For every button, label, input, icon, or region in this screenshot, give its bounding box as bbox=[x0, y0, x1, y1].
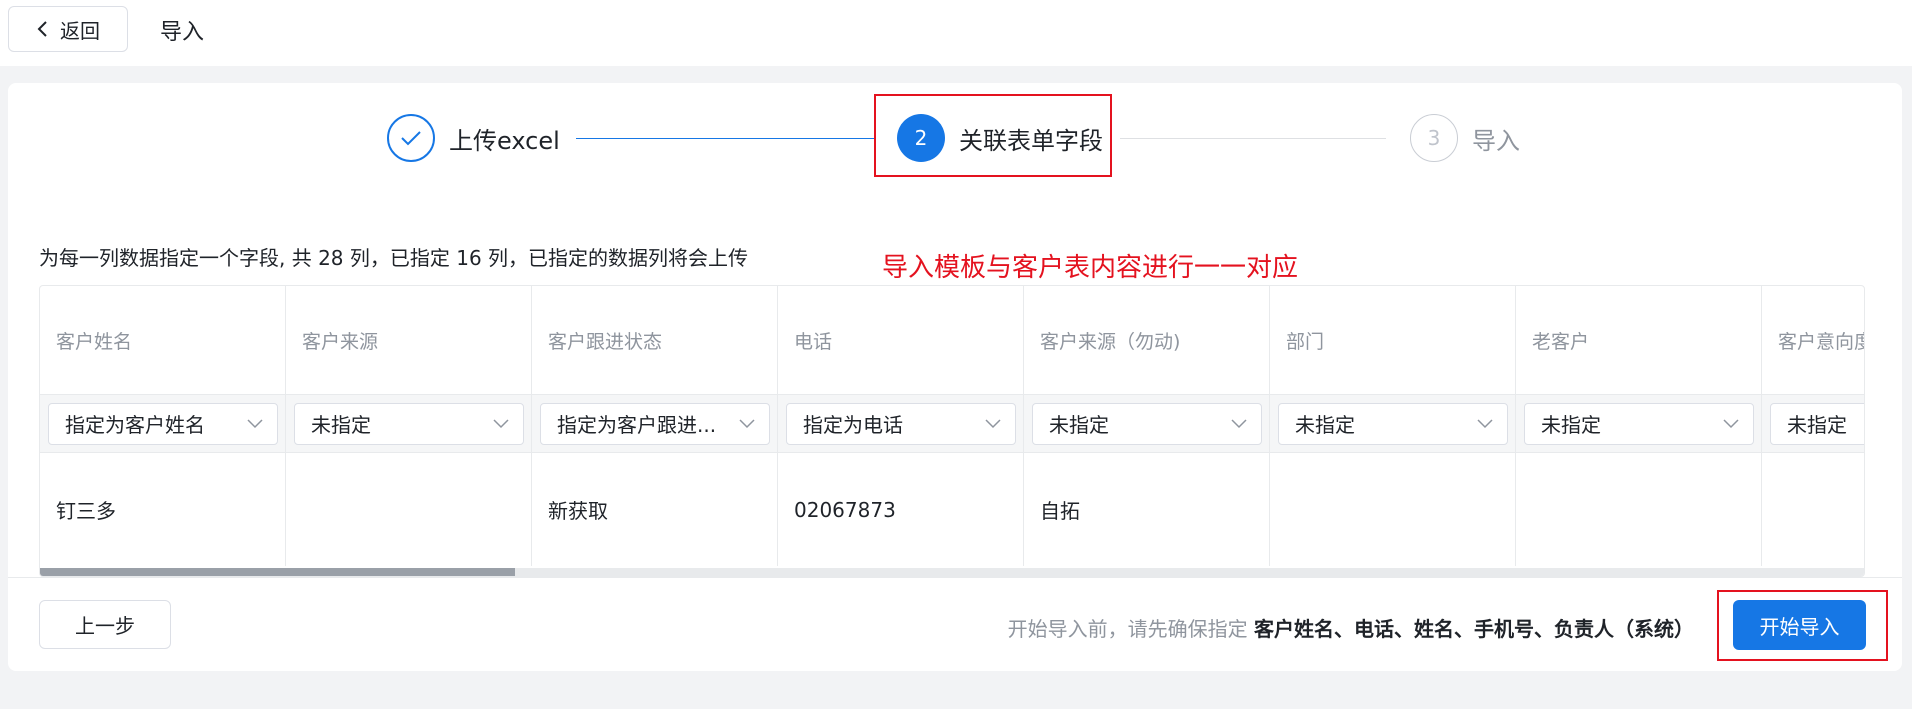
field-mapping-select[interactable]: 指定为电话 bbox=[786, 402, 1016, 445]
table-column: 电话指定为电话 02067873 bbox=[778, 286, 1024, 566]
mapping-cell: 指定为客户姓名 bbox=[40, 394, 285, 453]
column-header: 客户姓名 bbox=[56, 330, 133, 353]
back-button[interactable]: 返回 bbox=[8, 6, 128, 52]
table-column: 老客户未指定 bbox=[1516, 286, 1762, 566]
step-connector bbox=[1120, 138, 1386, 139]
select-value: 指定为电话 bbox=[803, 413, 903, 437]
data-cell: 钉三多 bbox=[56, 499, 116, 523]
scrollbar-thumb[interactable] bbox=[40, 568, 515, 576]
data-cell: 新获取 bbox=[548, 499, 608, 523]
column-header: 客户来源（勿动) bbox=[1040, 330, 1181, 353]
chevron-down-icon bbox=[1723, 418, 1739, 428]
field-mapping-select[interactable]: 未指定 bbox=[1032, 402, 1262, 445]
column-header: 客户跟进状态 bbox=[548, 330, 663, 353]
table-column: 客户跟进状态指定为客户跟进... 新获取 bbox=[532, 286, 778, 566]
data-cell bbox=[1762, 453, 1864, 566]
highlight-box-button bbox=[1717, 590, 1888, 661]
table-column: 部门未指定 bbox=[1270, 286, 1516, 566]
table-column: 客户意向度未指定 bbox=[1762, 286, 1865, 566]
top-bar: 返回 导入 bbox=[0, 0, 1912, 66]
footer-divider bbox=[8, 577, 1902, 578]
mapping-cell: 指定为电话 bbox=[778, 394, 1023, 453]
mapping-cell: 未指定 bbox=[1024, 394, 1269, 453]
data-cell: 自拓 bbox=[1040, 499, 1080, 523]
chevron-down-icon bbox=[1231, 418, 1247, 428]
check-icon bbox=[401, 131, 421, 146]
table-column: 客户姓名指定为客户姓名钉三多 bbox=[40, 286, 286, 566]
select-value: 未指定 bbox=[311, 413, 371, 437]
data-cell bbox=[1270, 453, 1515, 566]
mapping-cell: 指定为客户跟进... bbox=[532, 394, 777, 453]
column-header: 电话 bbox=[794, 330, 833, 353]
mapping-cell: 未指定 bbox=[1270, 394, 1515, 453]
mapping-cell: 未指定 bbox=[1762, 394, 1864, 453]
select-value: 未指定 bbox=[1049, 413, 1109, 437]
field-mapping-select[interactable]: 指定为客户姓名 bbox=[48, 402, 278, 445]
chevron-down-icon bbox=[1477, 418, 1493, 428]
chevron-down-icon bbox=[247, 418, 263, 428]
step-label: 导入 bbox=[1472, 126, 1520, 155]
data-cell: 02067873 bbox=[794, 497, 896, 522]
step-done-circle bbox=[387, 114, 435, 162]
field-mapping-table: 客户姓名 指定为客户姓名 钉三多 客户来源 未指定 客户跟进状态 指定为客户跟进... 新获取… bbox=[39, 285, 1865, 577]
field-mapping-select[interactable]: 未指定 bbox=[1770, 402, 1864, 445]
column-header: 老客户 bbox=[1532, 330, 1590, 353]
select-value: 未指定 bbox=[1541, 413, 1601, 437]
column-header: 客户来源 bbox=[302, 330, 379, 353]
field-mapping-select[interactable]: 未指定 bbox=[1524, 402, 1754, 445]
column-header: 部门 bbox=[1286, 330, 1325, 353]
data-cell bbox=[1516, 453, 1761, 566]
highlight-box-step bbox=[874, 94, 1112, 177]
mapping-info-text: 为每一列数据指定一个字段, 共 28 列，已指定 16 列，已指定的数据列将会上… bbox=[39, 246, 749, 270]
field-mapping-select[interactable]: 未指定 bbox=[1278, 402, 1508, 445]
chevron-left-icon bbox=[37, 21, 47, 37]
step-label: 上传excel bbox=[449, 126, 560, 155]
hint-required-fields: 客户姓名、电话、姓名、手机号、负责人（系统） bbox=[1254, 617, 1694, 641]
previous-step-button[interactable]: 上一步 bbox=[39, 600, 171, 649]
annotation-text: 导入模板与客户表内容进行一一对应 bbox=[882, 253, 1299, 283]
mapping-cell: 未指定 bbox=[286, 394, 531, 453]
step-number: 3 bbox=[1410, 114, 1458, 162]
back-button-label: 返回 bbox=[60, 18, 100, 43]
table-column: 客户来源（勿动) 未指定自拓 bbox=[1024, 286, 1270, 566]
table-column: 客户来源 未指定 bbox=[286, 286, 532, 566]
field-mapping-select[interactable]: 指定为客户跟进... bbox=[540, 402, 770, 445]
step-import: 3 导入 bbox=[1410, 114, 1520, 162]
chevron-down-icon bbox=[739, 418, 755, 428]
footer-hint: 开始导入前，请先确保指定 客户姓名、电话、姓名、手机号、负责人（系统） bbox=[1008, 613, 1694, 642]
column-header: 客户意向度 bbox=[1778, 330, 1865, 353]
select-value: 未指定 bbox=[1295, 413, 1355, 437]
chevron-down-icon bbox=[985, 418, 1001, 428]
table-body: 客户姓名 指定为客户姓名 钉三多 客户来源 未指定 客户跟进状态 指定为客户跟进... 新获取… bbox=[40, 286, 1865, 576]
hint-prefix: 开始导入前，请先确保指定 bbox=[1007, 617, 1248, 641]
select-value: 指定为客户跟进... bbox=[557, 413, 717, 437]
select-value: 未指定 bbox=[1787, 413, 1847, 437]
horizontal-scrollbar[interactable] bbox=[40, 568, 1864, 576]
select-value: 指定为客户姓名 bbox=[65, 413, 205, 437]
mapping-cell: 未指定 bbox=[1516, 394, 1761, 453]
step-upload: 上传excel bbox=[387, 114, 560, 162]
field-mapping-select[interactable]: 未指定 bbox=[294, 402, 524, 445]
step-connector bbox=[576, 138, 876, 139]
data-cell bbox=[286, 453, 531, 566]
chevron-down-icon bbox=[493, 418, 509, 428]
page-title: 导入 bbox=[160, 20, 205, 45]
